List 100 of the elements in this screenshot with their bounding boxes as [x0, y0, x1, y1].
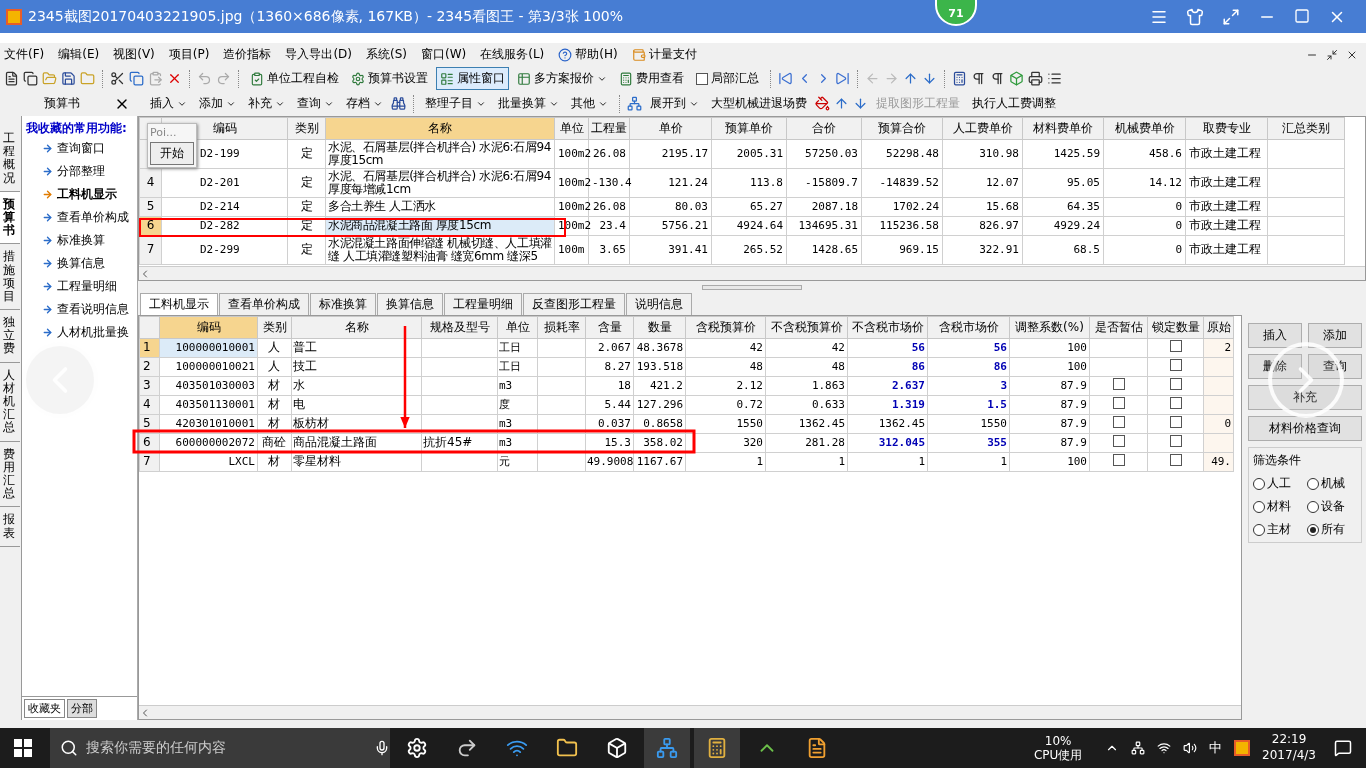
toolbar-button[interactable]: 属性窗口 — [436, 67, 509, 90]
checkbox[interactable] — [1169, 359, 1182, 372]
delete-icon[interactable] — [167, 71, 182, 86]
toolbar-button[interactable]: 大型机械进退场费 — [707, 92, 811, 115]
start-button[interactable]: 开始 — [150, 142, 194, 165]
copy-icon[interactable] — [23, 71, 38, 86]
sidebar-item[interactable]: 标准换算 — [22, 229, 137, 253]
sidebar-item[interactable]: 工料机显示 — [22, 183, 137, 207]
toolbar-button[interactable]: 执行人工费调整 — [968, 92, 1060, 115]
splitter-handle[interactable] — [702, 284, 802, 290]
checkbox[interactable] — [1169, 340, 1182, 353]
menu-item[interactable]: 导入导出(D) — [285, 46, 352, 63]
tab[interactable]: 工程量明细 — [444, 293, 522, 315]
toolbar-button[interactable]: 查询 — [293, 92, 338, 115]
volume-icon[interactable] — [1183, 741, 1198, 755]
list-icon[interactable] — [1047, 71, 1062, 86]
checkbox[interactable] — [1169, 454, 1182, 467]
toolbar-button[interactable]: 添加 — [195, 92, 240, 115]
tree-icon[interactable] — [627, 96, 642, 111]
wifi-icon[interactable] — [1157, 741, 1172, 755]
cut-icon[interactable] — [110, 71, 125, 86]
toolbar-button[interactable]: 费用查看 — [615, 67, 688, 90]
store-icon[interactable] — [606, 737, 628, 759]
toolbar-button[interactable]: 存档 — [342, 92, 387, 115]
menu-item[interactable]: 在线服务(L) — [480, 46, 545, 63]
checkbox[interactable] — [1169, 378, 1182, 391]
checkbox[interactable] — [1112, 454, 1125, 467]
search-field[interactable]: 搜索你需要的任何内容 — [50, 728, 390, 768]
radio-button[interactable]: 人工 — [1253, 475, 1303, 492]
action-button[interactable]: 材料价格查询 — [1248, 416, 1362, 441]
network-icon[interactable] — [1131, 741, 1146, 755]
toolbar-button[interactable]: 批量换算 — [494, 92, 563, 115]
toolbar-button[interactable]: 预算书设置 — [347, 67, 432, 90]
sidebar-item[interactable]: 人材机批量换 — [22, 321, 137, 345]
tab[interactable]: 分部 — [67, 699, 97, 718]
sidebar-item[interactable]: 工程量明细 — [22, 275, 137, 299]
side-tab[interactable]: 预算书 — [0, 191, 20, 245]
binoculars-icon[interactable] — [391, 96, 406, 111]
app-logo-icon[interactable] — [1234, 740, 1251, 756]
action-button[interactable]: 补充 — [1248, 385, 1362, 410]
checkbox[interactable] — [1169, 416, 1182, 429]
tab[interactable]: 反查图形工程量 — [523, 293, 625, 315]
radio-button[interactable]: 材料 — [1253, 498, 1303, 515]
app-icon[interactable] — [806, 737, 828, 759]
paint-bucket-icon[interactable] — [815, 96, 830, 111]
ime-indicator[interactable]: 中 — [1209, 739, 1223, 757]
clock[interactable]: 22:19 2017/4/3 — [1262, 732, 1316, 764]
menu-item[interactable]: 帮助(H) — [558, 46, 618, 63]
menu-item[interactable]: 计量支付 — [631, 46, 697, 63]
checkbox[interactable] — [1169, 435, 1182, 448]
action-button[interactable]: 查询 — [1308, 354, 1362, 379]
sidebar-item[interactable]: 查询窗口 — [22, 137, 137, 161]
menu-item[interactable]: 视图(V) — [113, 46, 155, 63]
tab[interactable]: 工料机显示 — [140, 293, 218, 315]
sidebar-item[interactable]: 分部整理 — [22, 160, 137, 184]
toolbar-button[interactable]: 单位工程自检 — [246, 67, 343, 90]
shirt-icon[interactable] — [1186, 7, 1204, 26]
sidebar-item[interactable]: 换算信息 — [22, 252, 137, 276]
restore-icon[interactable] — [1326, 48, 1338, 61]
sidebar-item[interactable]: 查看单价构成 — [22, 206, 137, 230]
menu-item[interactable]: 文件(F) — [4, 46, 45, 63]
toolbar-button[interactable]: 展开到 — [646, 92, 703, 115]
menu-item[interactable]: 窗口(W) — [421, 46, 467, 63]
checkbox[interactable] — [1112, 397, 1125, 410]
toolbar-button[interactable]: 多方案报价 — [513, 67, 611, 90]
toolbar-button[interactable]: 其他 — [567, 92, 612, 115]
checkbox[interactable]: 局部汇总 — [692, 67, 763, 90]
menu-item[interactable]: 项目(P) — [168, 46, 210, 63]
toolbar-button[interactable]: 补充 — [244, 92, 289, 115]
last-icon[interactable] — [835, 71, 850, 86]
action-button[interactable]: 删除 — [1248, 354, 1302, 379]
action-button[interactable]: 插入 — [1248, 323, 1302, 348]
tab[interactable]: 换算信息 — [377, 293, 443, 315]
save-icon[interactable] — [61, 71, 76, 86]
calculator-icon[interactable] — [952, 71, 967, 86]
tab[interactable]: 查看单价构成 — [219, 293, 309, 315]
checkbox[interactable] — [1112, 378, 1125, 391]
app-icon[interactable] — [456, 737, 478, 759]
checkbox[interactable] — [1112, 416, 1125, 429]
first-icon[interactable] — [778, 71, 793, 86]
menu-item[interactable]: 系统(S) — [366, 46, 407, 63]
checkbox[interactable] — [1112, 435, 1125, 448]
tab[interactable]: 标准换算 — [310, 293, 376, 315]
action-button[interactable]: 添加 — [1308, 323, 1362, 348]
folder-icon[interactable] — [556, 737, 578, 759]
paragraph-icon[interactable] — [990, 71, 1005, 86]
toolbar-button[interactable]: 整理子目 — [421, 92, 490, 115]
checkbox[interactable] — [1169, 397, 1182, 410]
tab[interactable]: 收藏夹 — [24, 699, 65, 718]
radio-button[interactable]: 机械 — [1307, 475, 1357, 492]
maximize-icon[interactable] — [1294, 7, 1310, 24]
down-arrow-icon[interactable] — [922, 71, 937, 86]
radio-button[interactable]: 所有 — [1307, 521, 1357, 538]
sidebar-item[interactable]: 查看说明信息 — [22, 298, 137, 322]
tab[interactable]: 说明信息 — [626, 293, 692, 315]
down-arrow-icon[interactable] — [853, 96, 868, 111]
notification-icon[interactable] — [1334, 739, 1352, 757]
radio-button[interactable]: 主材 — [1253, 521, 1303, 538]
toolbar-button[interactable]: 插入 — [146, 92, 191, 115]
radio-button[interactable]: 设备 — [1307, 498, 1357, 515]
